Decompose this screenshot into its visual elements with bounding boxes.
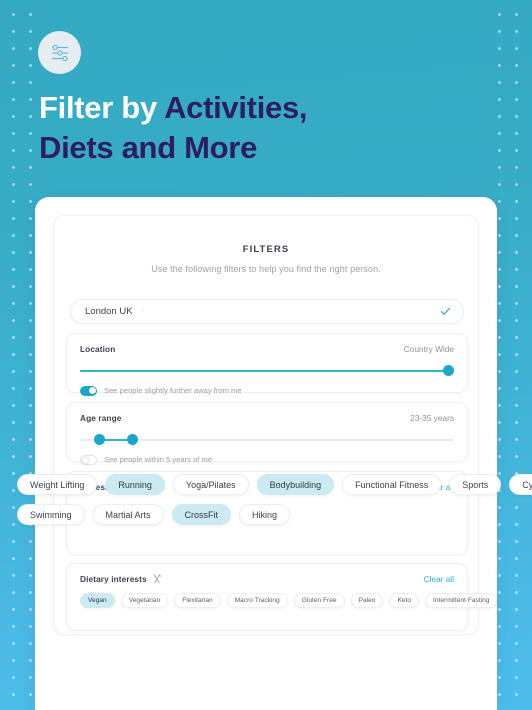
app-panel: FILTERS Use the following filters to hel…: [35, 197, 498, 710]
location-filter-card: Location Country Wide See people slightl…: [66, 333, 468, 396]
filters-heading: FILTERS: [242, 244, 290, 255]
cutlery-icon: [153, 574, 162, 584]
fitness-chip[interactable]: Weight Lifting: [17, 474, 98, 495]
dietary-chip[interactable]: Keto: [389, 593, 420, 608]
fitness-chip[interactable]: CrossFit: [171, 504, 232, 525]
headline-light-part: Filter by: [39, 90, 157, 125]
fitness-chip[interactable]: Martial Arts: [92, 504, 164, 525]
dietary-chip[interactable]: Vegetarian: [120, 593, 169, 608]
age-range-slider-handle-max[interactable]: [127, 434, 139, 445]
check-icon: [440, 306, 451, 317]
location-toggle[interactable]: [80, 386, 97, 396]
location-search-value: London UK: [85, 306, 133, 317]
dietary-chip[interactable]: Intermittent Fasting: [425, 593, 498, 608]
fitness-chip[interactable]: Cycling: [509, 474, 532, 495]
fitness-chip-row-2: Swimming Martial Arts CrossFit Hiking: [17, 504, 291, 525]
location-slider-handle[interactable]: [443, 365, 454, 376]
age-range-value: 23-35 years: [410, 413, 454, 423]
dietary-interests-label: Dietary interests: [80, 574, 147, 584]
location-search-input[interactable]: London UK ·: [70, 299, 464, 324]
toggle-knob: [88, 387, 96, 395]
headline-dark-part-1: Activities,: [164, 90, 308, 125]
dietary-chip[interactable]: Gluten Free: [293, 593, 345, 608]
sliders-filter-icon: [38, 31, 81, 74]
dietary-chip[interactable]: Flexitarian: [174, 593, 221, 608]
location-value: Country Wide: [403, 344, 454, 354]
age-range-toggle-row[interactable]: See people within 5 years of me: [80, 455, 454, 465]
location-toggle-row[interactable]: See people slightly further away from me: [80, 386, 454, 396]
headline-dark-part-2: Diets and More: [39, 130, 258, 165]
location-toggle-label: See people slightly further away from me: [104, 386, 242, 396]
fitness-chip[interactable]: Swimming: [17, 504, 85, 525]
dietary-chip[interactable]: Macro Tracking: [226, 593, 288, 608]
screen-root: Filter by Activities, Diets and More FIL…: [0, 0, 532, 710]
dietary-interests-card: Dietary interests Clear all Vegan Vegetar…: [66, 563, 498, 631]
dietary-interests-header: Dietary interests Clear all: [67, 564, 467, 584]
age-range-slider[interactable]: [80, 434, 454, 446]
fitness-chip[interactable]: Yoga/Pilates: [172, 474, 249, 495]
age-range-header: Age range 23-35 years: [67, 403, 467, 423]
text-cursor: ·: [141, 307, 145, 316]
dietary-clear-all-button[interactable]: Clear all: [424, 574, 454, 584]
filters-card: FILTERS Use the following filters to hel…: [53, 215, 498, 635]
age-range-toggle-label: See people within 5 years of me: [104, 455, 213, 465]
dietary-chip-list: Vegan Vegetarian Flexitarian Macro Tracking…: [80, 593, 498, 608]
fitness-chip[interactable]: Hiking: [239, 504, 291, 525]
fitness-chip[interactable]: Functional Fitness: [342, 474, 442, 495]
location-label: Location: [80, 344, 116, 354]
dietary-chip[interactable]: Paleo: [350, 593, 384, 608]
location-slider-fill: [80, 370, 454, 372]
fitness-chip[interactable]: Sports: [449, 474, 502, 495]
location-slider[interactable]: [80, 365, 454, 377]
page-title: Filter by Activities, Diets and More: [39, 88, 479, 168]
age-range-toggle[interactable]: [80, 455, 97, 465]
fitness-chip[interactable]: Running: [105, 474, 165, 495]
dietary-chip[interactable]: Vegan: [80, 593, 115, 608]
age-range-slider-handle-min[interactable]: [93, 434, 105, 445]
fitness-chip[interactable]: Bodybuilding: [256, 474, 335, 495]
age-range-filter-card: Age range 23-35 years See people within …: [66, 402, 468, 465]
location-header: Location Country Wide: [67, 334, 467, 354]
age-range-label: Age range: [80, 413, 122, 423]
toggle-knob: [82, 456, 90, 464]
fitness-chip-row-1: Weight Lifting Running Yoga/Pilates Bodybui…: [17, 474, 532, 495]
filters-subheading: Use the following filters to help you fi…: [151, 264, 381, 274]
